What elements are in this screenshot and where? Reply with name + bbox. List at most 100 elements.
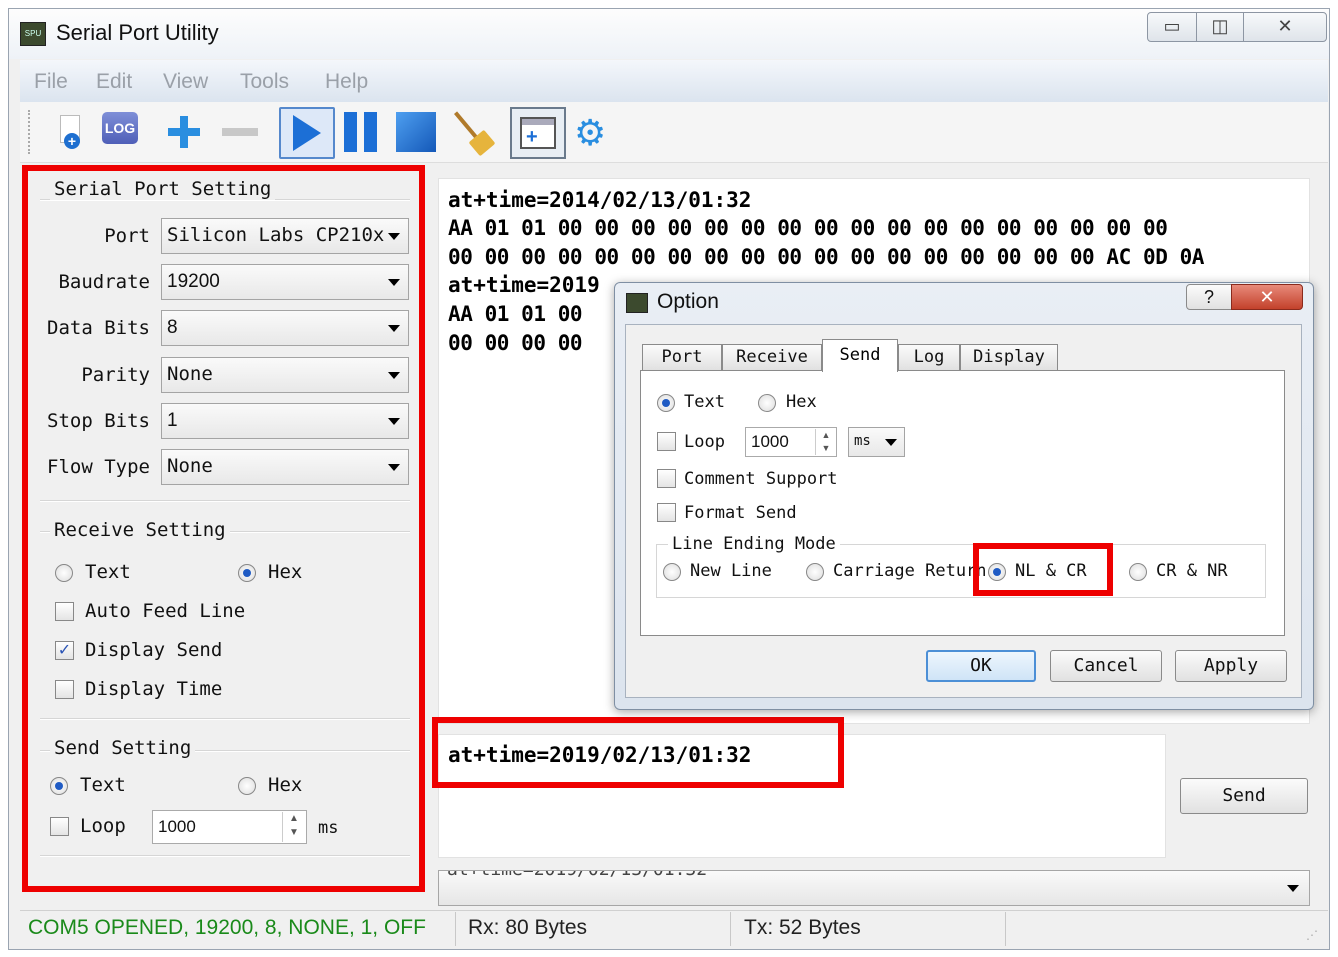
option-loop-spinner[interactable]: ▲ ▼ xyxy=(815,429,836,455)
new-icon[interactable]: + xyxy=(58,115,84,151)
receive-line: AA 01 01 00 xyxy=(448,302,583,326)
close-icon: ✕ xyxy=(1259,287,1275,307)
play-button[interactable] xyxy=(279,107,335,159)
close-icon: ✕ xyxy=(1277,16,1293,36)
send-setting-title: Send Setting xyxy=(50,737,196,759)
new-line-radio[interactable] xyxy=(663,563,681,581)
flow-type-label: Flow Type xyxy=(47,456,150,478)
send-loop-checkbox[interactable] xyxy=(50,817,69,836)
menu-tools[interactable]: Tools xyxy=(240,70,289,94)
menu-edit[interactable]: Edit xyxy=(96,70,132,94)
comment-support-label: Comment Support xyxy=(684,469,838,489)
send-loop-spinner[interactable]: ▲ ▼ xyxy=(282,812,305,842)
menu-view[interactable]: View xyxy=(163,70,208,94)
chevron-down-icon xyxy=(1287,885,1299,892)
display-time-label: Display Time xyxy=(85,678,223,700)
tab-log[interactable]: Log xyxy=(898,344,960,371)
gear-icon[interactable]: ⚙ xyxy=(574,114,606,152)
chevron-down-icon xyxy=(388,464,400,471)
help-icon: ? xyxy=(1203,287,1214,307)
option-loop-unit: ms xyxy=(854,433,871,449)
option-dialog-icon xyxy=(626,293,648,313)
receive-hex-radio[interactable] xyxy=(238,564,256,582)
receive-text-radio[interactable] xyxy=(55,564,73,582)
auto-feed-line-checkbox[interactable] xyxy=(55,602,74,621)
tab-port[interactable]: Port xyxy=(642,344,722,371)
group-divider xyxy=(40,855,410,857)
baudrate-select[interactable]: 19200 xyxy=(161,264,409,300)
cr-nr-radio[interactable] xyxy=(1129,563,1147,581)
option-hex-label: Hex xyxy=(786,392,817,412)
send-history-value: at+time=2019/02/13/01:32 xyxy=(447,871,707,880)
group-divider xyxy=(40,500,410,502)
add-icon[interactable] xyxy=(166,114,202,150)
parity-select[interactable]: None xyxy=(161,357,409,393)
chevron-down-icon xyxy=(388,418,400,425)
option-loop-unit-select[interactable]: ms xyxy=(848,427,905,457)
broom-icon[interactable] xyxy=(450,110,496,157)
carriage-return-label: Carriage Return xyxy=(833,561,987,581)
data-bits-label: Data Bits xyxy=(47,317,150,339)
data-bits-value: 8 xyxy=(167,317,178,338)
flow-type-select[interactable]: None xyxy=(161,449,409,485)
stop-bits-select[interactable]: 1 xyxy=(161,403,409,439)
chevron-down-icon xyxy=(388,279,400,286)
log-icon[interactable]: LOG xyxy=(102,112,138,144)
menu-file[interactable]: File xyxy=(34,70,68,94)
new-line-label: New Line xyxy=(690,561,772,581)
receive-hex-label: Hex xyxy=(268,561,303,583)
option-text-radio[interactable] xyxy=(657,394,675,412)
send-button[interactable]: Send xyxy=(1180,778,1308,814)
option-loop-value: 1000 xyxy=(751,432,789,451)
display-time-checkbox[interactable] xyxy=(55,680,74,699)
status-divider xyxy=(730,912,731,946)
carriage-return-radio[interactable] xyxy=(806,563,824,581)
remove-icon[interactable] xyxy=(222,128,258,136)
resize-grip-icon[interactable]: ⋰ xyxy=(1306,928,1318,942)
chevron-down-icon xyxy=(388,325,400,332)
group-divider xyxy=(40,718,410,720)
option-hex-radio[interactable] xyxy=(758,394,776,412)
send-hex-radio[interactable] xyxy=(238,777,256,795)
tab-send[interactable]: Send xyxy=(822,339,898,372)
dialog-close-button[interactable]: ✕ xyxy=(1231,284,1303,310)
tab-display[interactable]: Display xyxy=(960,344,1058,371)
option-loop-checkbox[interactable] xyxy=(657,432,676,451)
ok-button[interactable]: OK xyxy=(926,650,1036,682)
send-text-radio[interactable] xyxy=(50,777,68,795)
data-bits-select[interactable]: 8 xyxy=(161,310,409,346)
display-send-checkbox[interactable]: ✓ xyxy=(55,641,74,660)
comment-support-checkbox[interactable] xyxy=(657,469,676,488)
stop-bits-label: Stop Bits xyxy=(47,410,150,432)
parity-label: Parity xyxy=(81,364,150,386)
help-button[interactable]: ? xyxy=(1186,284,1232,310)
port-label: Port xyxy=(104,225,150,247)
tab-receive[interactable]: Receive xyxy=(722,344,822,371)
stop-bits-value: 1 xyxy=(167,410,178,431)
close-button[interactable]: ✕ xyxy=(1243,12,1327,42)
line-ending-title: Line Ending Mode xyxy=(668,534,840,554)
receive-line: 00 00 00 00 xyxy=(448,331,583,355)
minimize-button[interactable]: ▭ xyxy=(1147,12,1197,42)
stop-icon[interactable] xyxy=(396,112,436,152)
log-icon-label: LOG xyxy=(104,120,136,136)
send-history-select[interactable]: at+time=2019/02/13/01:32 xyxy=(438,870,1310,906)
send-loop-value: 1000 xyxy=(158,817,196,836)
add-window-icon: + xyxy=(520,117,556,149)
receive-line: AA 01 01 00 00 00 00 00 00 00 00 00 00 0… xyxy=(448,216,1168,240)
add-window-button[interactable]: + xyxy=(510,107,566,159)
pause-icon[interactable] xyxy=(342,112,380,152)
status-rx: Rx: 80 Bytes xyxy=(468,916,588,939)
port-select[interactable]: Silicon Labs CP210x xyxy=(161,218,409,254)
status-divider xyxy=(455,912,456,946)
parity-value: None xyxy=(167,363,213,385)
port-value: Silicon Labs CP210x xyxy=(167,224,385,246)
maximize-button[interactable]: ◫ xyxy=(1196,12,1244,42)
apply-button[interactable]: Apply xyxy=(1175,650,1287,682)
chevron-down-icon xyxy=(885,439,897,446)
format-send-checkbox[interactable] xyxy=(657,503,676,522)
menu-help[interactable]: Help xyxy=(325,70,368,94)
cancel-button[interactable]: Cancel xyxy=(1050,650,1162,682)
status-tx: Tx: 52 Bytes xyxy=(744,916,861,939)
baudrate-label: Baudrate xyxy=(58,271,150,293)
